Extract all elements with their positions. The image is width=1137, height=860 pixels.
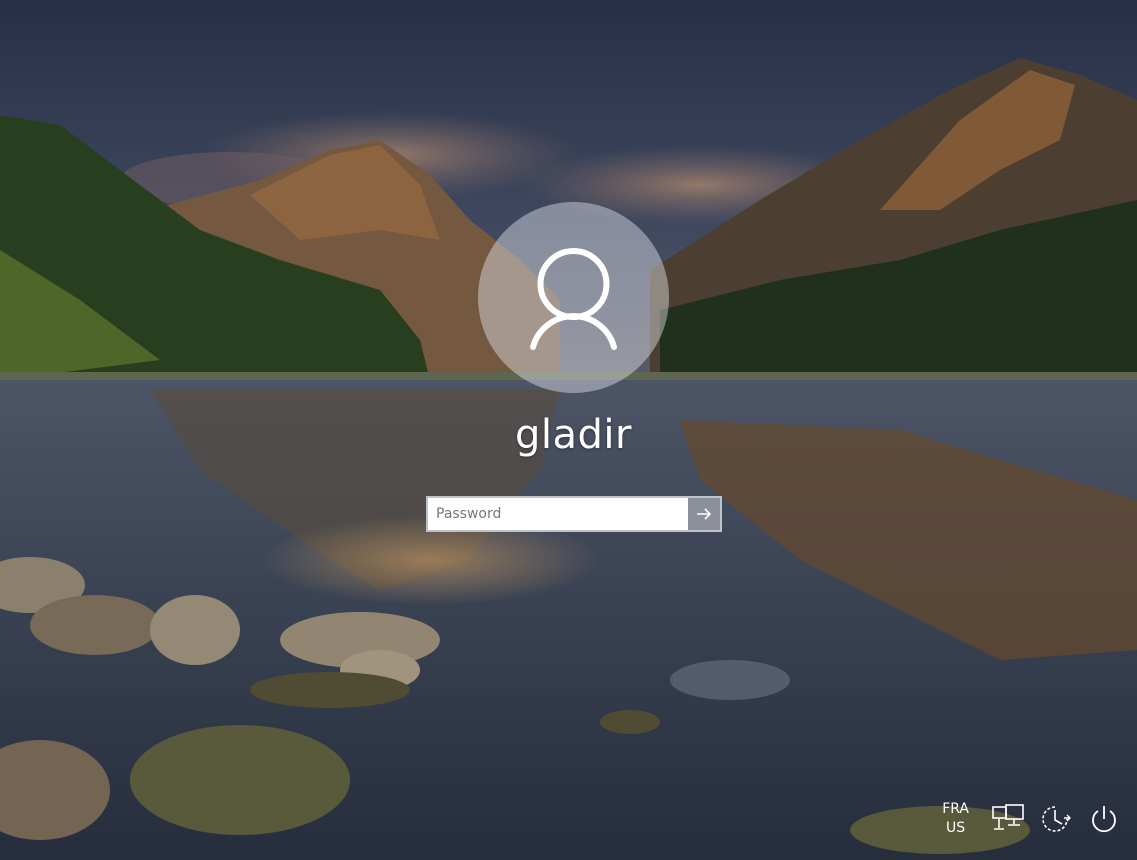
network-icon: [992, 804, 1024, 830]
user-silhouette-icon: [530, 248, 617, 350]
user-avatar: [478, 202, 669, 393]
input-language-indicator[interactable]: FRA US: [942, 800, 969, 838]
language-primary: FRA: [942, 801, 969, 817]
language-secondary: US: [946, 820, 966, 836]
password-input[interactable]: [428, 498, 688, 530]
submit-button[interactable]: [688, 498, 720, 530]
password-box: [426, 496, 722, 532]
ease-of-access-icon: [1042, 806, 1071, 832]
ease-of-access-button[interactable]: [1039, 802, 1073, 836]
network-button[interactable]: [991, 802, 1025, 836]
system-tray: FRA US: [942, 800, 1121, 838]
arrow-right-icon: [697, 508, 712, 520]
username-label: gladir: [515, 412, 632, 458]
power-icon: [1092, 806, 1116, 833]
power-button[interactable]: [1087, 802, 1121, 836]
lock-screen: gladir FRA US: [0, 0, 1137, 860]
